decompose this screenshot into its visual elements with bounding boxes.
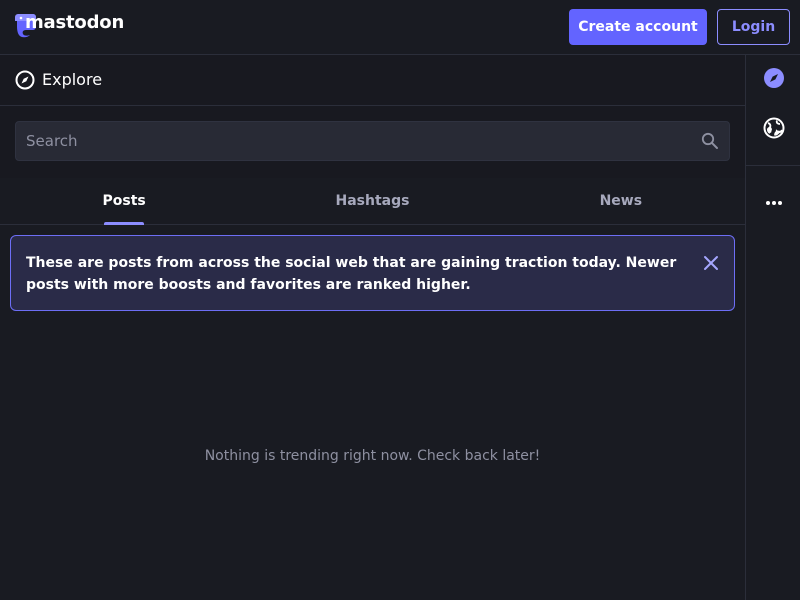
mastodon-logo[interactable]: mastodon: [14, 12, 124, 42]
trending-notice: These are posts from across the social w…: [10, 235, 735, 311]
tab-news[interactable]: News: [497, 178, 745, 224]
globe-icon: [763, 117, 785, 143]
explore-tabs: Posts Hashtags News: [0, 178, 745, 225]
search-input[interactable]: [16, 122, 696, 160]
tab-hashtags[interactable]: Hashtags: [248, 178, 496, 224]
search-area: [0, 106, 745, 178]
rail-more[interactable]: [746, 175, 800, 225]
compass-icon: [15, 70, 35, 90]
search-icon[interactable]: [701, 132, 719, 150]
empty-message: Nothing is trending right now. Check bac…: [204, 448, 541, 464]
navigation-rail: [745, 55, 800, 600]
notice-text: These are posts from across the social w…: [26, 255, 677, 293]
rail-explore[interactable]: [746, 55, 800, 105]
logo-text: mastodon: [25, 12, 125, 33]
create-account-button[interactable]: Create account: [569, 9, 707, 45]
compass-icon: [763, 67, 785, 93]
tab-posts[interactable]: Posts: [0, 178, 248, 224]
more-icon: [765, 191, 783, 210]
search-box: [15, 121, 730, 161]
close-icon[interactable]: [700, 252, 722, 274]
rail-federated[interactable]: [746, 105, 800, 155]
explore-column: Explore Posts Hashtags News These are po…: [0, 55, 745, 600]
rail-divider: [746, 165, 800, 166]
column-header[interactable]: Explore: [0, 55, 745, 106]
login-button[interactable]: Login: [717, 9, 790, 45]
top-bar: mastodon Create account Login: [0, 0, 800, 55]
page-title: Explore: [42, 70, 103, 89]
